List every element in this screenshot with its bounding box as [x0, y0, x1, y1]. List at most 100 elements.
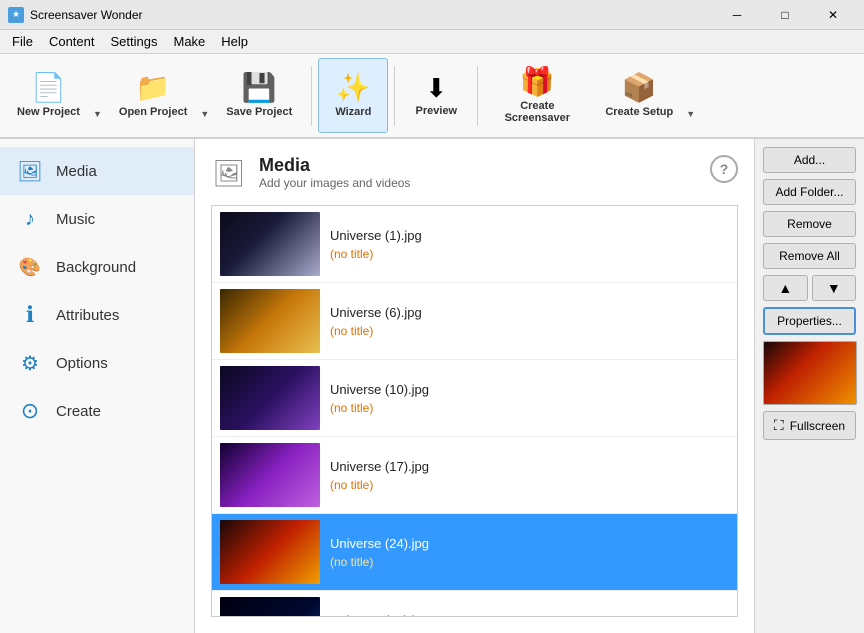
title-bar: ★ Screensaver Wonder ─ □ ✕ [0, 0, 864, 30]
menu-help[interactable]: Help [213, 32, 256, 51]
create-setup-group: 📦 Create Setup ▼ [592, 58, 697, 133]
preview-icon: ⬇ [425, 75, 447, 101]
menu-content[interactable]: Content [41, 32, 103, 51]
new-project-button[interactable]: 📄 New Project [4, 58, 93, 133]
create-screensaver-icon: 🎁 [520, 68, 555, 96]
create-icon: ⊙ [16, 397, 44, 425]
sidebar-attributes-label: Attributes [56, 307, 119, 324]
sidebar-item-create[interactable]: ⊙ Create [0, 387, 194, 435]
wizard-icon: ✨ [336, 74, 371, 102]
create-screensaver-label: Create Screensaver [497, 100, 577, 124]
sidebar-options-label: Options [56, 355, 108, 372]
media-item-3[interactable]: Universe (10).jpg (no title) [212, 360, 737, 437]
fullscreen-label: Fullscreen [790, 419, 845, 433]
open-project-group: 📁 Open Project ▼ [106, 58, 211, 133]
save-project-button[interactable]: 💾 Save Project [213, 58, 305, 133]
media-filename-6: Universe (26).jpg [330, 613, 729, 618]
open-project-icon: 📁 [136, 74, 171, 102]
media-filename-1: Universe (1).jpg [330, 228, 729, 243]
move-down-button[interactable]: ▼ [812, 275, 857, 301]
fullscreen-button[interactable]: ⛶ Fullscreen [763, 411, 856, 440]
media-item-1[interactable]: Universe (1).jpg (no title) [212, 206, 737, 283]
menu-file[interactable]: File [4, 32, 41, 51]
media-thumb-4 [220, 443, 320, 507]
sidebar-background-label: Background [56, 259, 136, 276]
help-button[interactable]: ? [710, 155, 738, 183]
content-header-icon: 🖼 [211, 155, 247, 191]
background-icon: 🎨 [16, 253, 44, 281]
sidebar-item-background[interactable]: 🎨 Background [0, 243, 194, 291]
wizard-label: Wizard [335, 106, 371, 118]
media-icon: 🖼 [16, 157, 44, 185]
create-setup-icon: 📦 [622, 74, 657, 102]
menu-make[interactable]: Make [165, 32, 213, 51]
sidebar-media-label: Media [56, 163, 97, 180]
preview-button[interactable]: ⬇ Preview [401, 58, 471, 133]
content-header-text: Media Add your images and videos [259, 155, 410, 190]
media-filename-3: Universe (10).jpg [330, 382, 729, 397]
right-panel: Add... Add Folder... Remove Remove All ▲… [754, 139, 864, 633]
wizard-button[interactable]: ✨ Wizard [318, 58, 388, 133]
content-subtitle: Add your images and videos [259, 176, 410, 190]
media-info-5: Universe (24).jpg (no title) [330, 536, 729, 569]
preview-thumbnail [763, 341, 857, 405]
open-project-label: Open Project [119, 106, 187, 118]
media-title-2: (no title) [330, 324, 729, 338]
toolbar: 📄 New Project ▼ 📁 Open Project ▼ 💾 Save … [0, 54, 864, 139]
sidebar-item-music[interactable]: ♪ Music [0, 195, 194, 243]
sidebar-item-attributes[interactable]: ℹ Attributes [0, 291, 194, 339]
open-project-button[interactable]: 📁 Open Project [106, 58, 200, 133]
menu-settings[interactable]: Settings [103, 32, 166, 51]
media-thumb-6 [220, 597, 320, 617]
media-info-1: Universe (1).jpg (no title) [330, 228, 729, 261]
add-button[interactable]: Add... [763, 147, 856, 173]
toolbar-separator-3 [477, 66, 478, 126]
media-info-4: Universe (17).jpg (no title) [330, 459, 729, 492]
remove-all-button[interactable]: Remove All [763, 243, 856, 269]
media-title-1: (no title) [330, 247, 729, 261]
content-area: 🖼 Media Add your images and videos ? Uni… [195, 139, 754, 633]
media-thumb-3 [220, 366, 320, 430]
create-screensaver-button[interactable]: 🎁 Create Screensaver [484, 58, 590, 133]
create-setup-arrow[interactable]: ▼ [686, 58, 697, 133]
media-thumb-1 [220, 212, 320, 276]
title-bar-controls: ─ □ ✕ [714, 0, 856, 30]
attributes-icon: ℹ [16, 301, 44, 329]
media-title-5: (no title) [330, 555, 729, 569]
content-header: 🖼 Media Add your images and videos ? [211, 155, 738, 191]
main-content: 🖼 Media ♪ Music 🎨 Background ℹ Attribute… [0, 139, 864, 633]
media-filename-2: Universe (6).jpg [330, 305, 729, 320]
toolbar-separator-2 [394, 66, 395, 126]
remove-button[interactable]: Remove [763, 211, 856, 237]
toolbar-separator-1 [311, 66, 312, 126]
sidebar-item-media[interactable]: 🖼 Media [0, 147, 194, 195]
media-filename-5: Universe (24).jpg [330, 536, 729, 551]
media-item-2[interactable]: Universe (6).jpg (no title) [212, 283, 737, 360]
new-project-icon: 📄 [31, 74, 66, 102]
media-list[interactable]: Universe (1).jpg (no title) Universe (6)… [211, 205, 738, 617]
create-setup-label: Create Setup [605, 106, 673, 118]
media-thumb-2 [220, 289, 320, 353]
minimize-button[interactable]: ─ [714, 0, 760, 30]
add-folder-button[interactable]: Add Folder... [763, 179, 856, 205]
sidebar-create-label: Create [56, 403, 101, 420]
move-buttons: ▲ ▼ [763, 275, 856, 301]
move-up-button[interactable]: ▲ [763, 275, 808, 301]
close-button[interactable]: ✕ [810, 0, 856, 30]
media-item-6[interactable]: Universe (26).jpg (no title) [212, 591, 737, 617]
preview-label: Preview [416, 105, 458, 117]
sidebar: 🖼 Media ♪ Music 🎨 Background ℹ Attribute… [0, 139, 195, 633]
app-icon: ★ [8, 7, 24, 23]
save-project-label: Save Project [226, 106, 292, 118]
media-item-4[interactable]: Universe (17).jpg (no title) [212, 437, 737, 514]
media-info-2: Universe (6).jpg (no title) [330, 305, 729, 338]
maximize-button[interactable]: □ [762, 0, 808, 30]
sidebar-item-options[interactable]: ⚙ Options [0, 339, 194, 387]
open-project-arrow[interactable]: ▼ [200, 58, 211, 133]
media-item-5[interactable]: Universe (24).jpg (no title) [212, 514, 737, 591]
new-project-arrow[interactable]: ▼ [93, 58, 104, 133]
media-thumb-5 [220, 520, 320, 584]
properties-button[interactable]: Properties... [763, 307, 856, 335]
create-setup-button[interactable]: 📦 Create Setup [592, 58, 686, 133]
save-project-icon: 💾 [242, 74, 277, 102]
